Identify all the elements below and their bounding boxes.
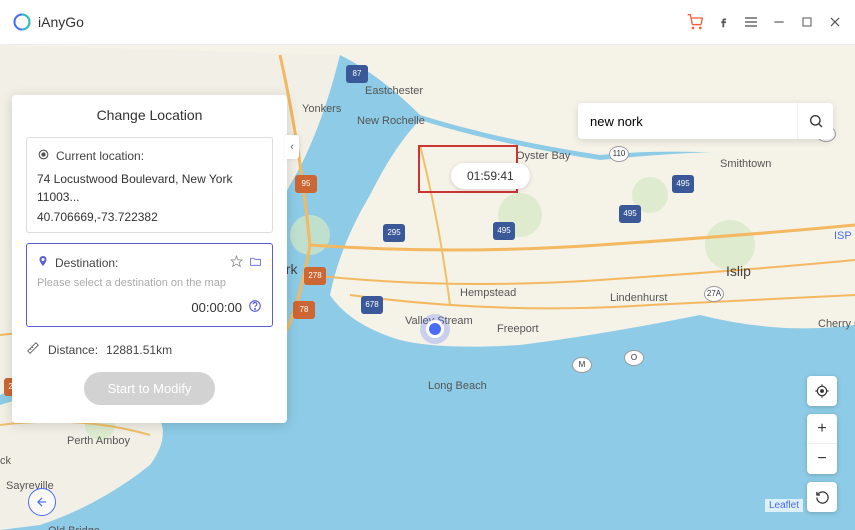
current-location-header: Current location: bbox=[37, 148, 262, 164]
favorite-icon[interactable] bbox=[230, 255, 243, 271]
highway-shield: 495 bbox=[493, 222, 515, 240]
current-location-section: Current location: 74 Locustwood Boulevar… bbox=[26, 137, 273, 233]
city-label: Perth Amboy bbox=[67, 435, 130, 447]
highway-shield: 87 bbox=[346, 65, 368, 83]
destination-time-row: 00:00:00 bbox=[37, 299, 262, 316]
city-label: Islip bbox=[726, 263, 751, 279]
destination-header: Destination: bbox=[37, 254, 262, 271]
map-attribution[interactable]: Leaflet bbox=[765, 499, 803, 512]
search-input[interactable] bbox=[578, 114, 797, 129]
city-label: Oyster Bay bbox=[516, 150, 570, 162]
collapse-panel-button[interactable]: ‹ bbox=[285, 135, 299, 159]
distance-label: Distance: bbox=[48, 343, 98, 357]
back-button[interactable] bbox=[28, 488, 56, 516]
current-location-label: Current location: bbox=[56, 149, 144, 163]
location-panel: ‹ Change Location Current location: 74 L… bbox=[12, 95, 287, 423]
city-label: Cherry Grov bbox=[818, 318, 855, 330]
distance-value: 12881.51km bbox=[106, 343, 172, 357]
pin-icon bbox=[37, 254, 49, 271]
highway-shield: 495 bbox=[619, 205, 641, 223]
highway-shield: 27A bbox=[704, 286, 724, 302]
titlebar: iAnyGo bbox=[0, 0, 855, 45]
current-address: 74 Locustwood Boulevard, New York 11003.… bbox=[37, 170, 262, 206]
destination-label: Destination: bbox=[55, 256, 118, 270]
current-location-marker[interactable] bbox=[426, 320, 444, 338]
destination-placeholder: Please select a destination on the map bbox=[37, 277, 262, 289]
close-button[interactable] bbox=[827, 14, 843, 30]
city-label: Yonkers bbox=[302, 103, 341, 115]
help-icon[interactable] bbox=[248, 299, 262, 316]
current-coordinates: 40.706669,-73.722382 bbox=[37, 210, 262, 224]
city-label: ck bbox=[0, 455, 11, 467]
zoom-out-button[interactable]: − bbox=[807, 444, 837, 474]
highway-shield: 495 bbox=[672, 175, 694, 193]
city-label: Smithtown bbox=[720, 158, 771, 170]
distance-row: Distance: 12881.51km bbox=[12, 341, 287, 372]
facebook-icon[interactable] bbox=[715, 14, 731, 30]
panel-title: Change Location bbox=[12, 107, 287, 123]
city-label: Eastchester bbox=[365, 85, 423, 97]
cart-icon[interactable] bbox=[687, 14, 703, 30]
logo-icon bbox=[12, 12, 32, 32]
zoom-in-button[interactable]: + bbox=[807, 414, 837, 444]
maximize-button[interactable] bbox=[799, 14, 815, 30]
locate-button[interactable] bbox=[807, 376, 837, 406]
app-name: iAnyGo bbox=[38, 14, 84, 30]
cooldown-timer: 01:59:41 bbox=[451, 163, 530, 189]
highway-shield: 278 bbox=[304, 267, 326, 285]
highway-shield: M bbox=[572, 357, 592, 373]
map-controls: + − bbox=[807, 376, 837, 512]
minimize-button[interactable] bbox=[771, 14, 787, 30]
destination-time: 00:00:00 bbox=[191, 300, 242, 315]
city-label: Hempstead bbox=[460, 287, 516, 299]
titlebar-controls bbox=[687, 14, 843, 30]
highway-shield: 110 bbox=[609, 146, 629, 162]
ruler-icon bbox=[26, 341, 40, 358]
city-label: Old Bridge bbox=[48, 525, 100, 530]
folder-icon[interactable] bbox=[249, 255, 262, 271]
map-canvas[interactable]: Eastchester Yonkers New Rochelle Oyster … bbox=[0, 45, 855, 530]
city-label: ISP bbox=[834, 230, 852, 242]
city-label: Lindenhurst bbox=[610, 292, 668, 304]
search-button[interactable] bbox=[797, 103, 833, 139]
highway-shield: 678 bbox=[361, 296, 383, 314]
highway-shield: 95 bbox=[295, 175, 317, 193]
reset-button[interactable] bbox=[807, 482, 837, 512]
search-container bbox=[578, 103, 833, 139]
city-label: New Rochelle bbox=[357, 115, 425, 127]
highway-shield: 78 bbox=[293, 301, 315, 319]
highway-shield: 295 bbox=[383, 224, 405, 242]
target-icon bbox=[37, 148, 50, 164]
city-label: Freeport bbox=[497, 323, 539, 335]
start-modify-button[interactable]: Start to Modify bbox=[84, 372, 216, 405]
city-label: Long Beach bbox=[428, 380, 487, 392]
destination-section[interactable]: Destination: Please select a destination… bbox=[26, 243, 273, 327]
menu-icon[interactable] bbox=[743, 14, 759, 30]
app-logo: iAnyGo bbox=[12, 12, 84, 32]
highway-shield: O bbox=[624, 350, 644, 366]
